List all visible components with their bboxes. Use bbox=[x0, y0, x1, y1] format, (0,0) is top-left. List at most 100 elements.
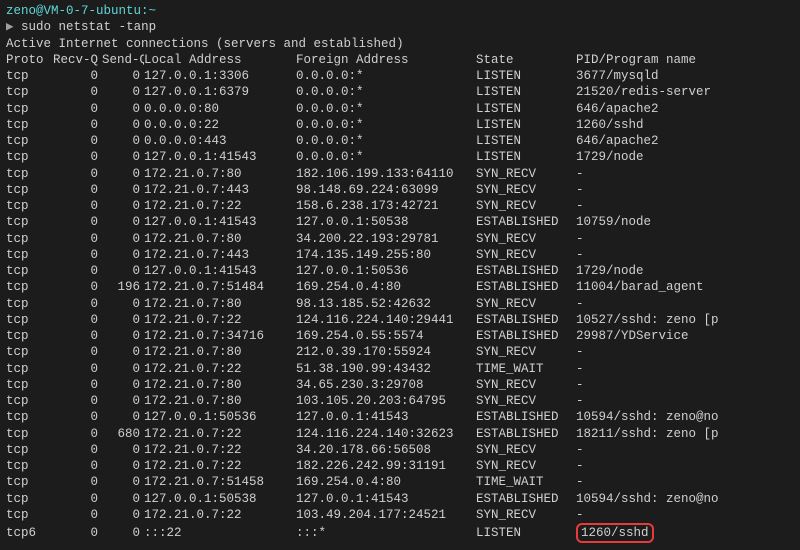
cell-pid: 29987/YDService bbox=[576, 328, 794, 344]
table-row: tcp00172.21.0.7:22158.6.238.173:42721SYN… bbox=[6, 198, 794, 214]
cell-proto: tcp bbox=[6, 393, 52, 409]
table-row: tcp00127.0.0.1:33060.0.0.0:*LISTEN3677/m… bbox=[6, 68, 794, 84]
cell-sendq: 0 bbox=[102, 214, 144, 230]
cell-proto: tcp bbox=[6, 117, 52, 133]
cell-foreign: 158.6.238.173:42721 bbox=[296, 198, 476, 214]
cell-recvq: 0 bbox=[52, 296, 102, 312]
cell-recvq: 0 bbox=[52, 458, 102, 474]
user-host: zeno@VM-0-7-ubuntu bbox=[6, 4, 141, 18]
cell-state: LISTEN bbox=[476, 523, 576, 543]
cell-pid: 10527/sshd: zeno [p bbox=[576, 312, 794, 328]
cell-local: 172.21.0.7:22 bbox=[144, 426, 296, 442]
cell-local: 172.21.0.7:443 bbox=[144, 182, 296, 198]
cell-sendq: 680 bbox=[102, 426, 144, 442]
cell-local: 0.0.0.0:22 bbox=[144, 117, 296, 133]
cell-recvq: 0 bbox=[52, 377, 102, 393]
cell-proto: tcp bbox=[6, 198, 52, 214]
cell-state: LISTEN bbox=[476, 149, 576, 165]
table-row: tcp600:::22:::*LISTEN1260/sshd bbox=[6, 523, 794, 543]
cell-local: 172.21.0.7:80 bbox=[144, 393, 296, 409]
cell-sendq: 0 bbox=[102, 507, 144, 523]
cell-recvq: 0 bbox=[52, 117, 102, 133]
cell-state: SYN_RECV bbox=[476, 198, 576, 214]
cell-foreign: 98.13.185.52:42632 bbox=[296, 296, 476, 312]
cell-proto: tcp bbox=[6, 474, 52, 490]
cell-sendq: 0 bbox=[102, 409, 144, 425]
table-row: tcp000.0.0.0:800.0.0.0:*LISTEN646/apache… bbox=[6, 101, 794, 117]
cell-local: 172.21.0.7:80 bbox=[144, 166, 296, 182]
cell-recvq: 0 bbox=[52, 133, 102, 149]
cell-local: 172.21.0.7:22 bbox=[144, 361, 296, 377]
cell-proto: tcp bbox=[6, 344, 52, 360]
cell-foreign: 0.0.0.0:* bbox=[296, 84, 476, 100]
cell-foreign: 103.105.20.203:64795 bbox=[296, 393, 476, 409]
cell-state: ESTABLISHED bbox=[476, 263, 576, 279]
cell-pid: 18211/sshd: zeno [p bbox=[576, 426, 794, 442]
prompt-symbol: ▶ bbox=[6, 20, 14, 34]
cell-recvq: 0 bbox=[52, 166, 102, 182]
cell-sendq: 0 bbox=[102, 68, 144, 84]
cell-local: 172.21.0.7:22 bbox=[144, 442, 296, 458]
cell-local: 172.21.0.7:22 bbox=[144, 198, 296, 214]
cell-pid: - bbox=[576, 442, 794, 458]
cell-sendq: 0 bbox=[102, 133, 144, 149]
cell-sendq: 0 bbox=[102, 101, 144, 117]
cell-proto: tcp bbox=[6, 214, 52, 230]
cell-state: LISTEN bbox=[476, 117, 576, 133]
cell-sendq: 0 bbox=[102, 231, 144, 247]
cell-state: SYN_RECV bbox=[476, 377, 576, 393]
cell-state: ESTABLISHED bbox=[476, 214, 576, 230]
cell-recvq: 0 bbox=[52, 361, 102, 377]
table-row: tcp00172.21.0.7:80212.0.39.170:55924SYN_… bbox=[6, 344, 794, 360]
cell-local: 172.21.0.7:443 bbox=[144, 247, 296, 263]
col-sendq: Send-Q bbox=[102, 52, 144, 68]
cell-local: 172.21.0.7:80 bbox=[144, 231, 296, 247]
cell-recvq: 0 bbox=[52, 182, 102, 198]
cell-recvq: 0 bbox=[52, 442, 102, 458]
table-row: tcp0680172.21.0.7:22124.116.224.140:3262… bbox=[6, 426, 794, 442]
cell-local: 127.0.0.1:41543 bbox=[144, 149, 296, 165]
cell-state: ESTABLISHED bbox=[476, 328, 576, 344]
cell-local: 172.21.0.7:51458 bbox=[144, 474, 296, 490]
col-foreign: Foreign Address bbox=[296, 52, 476, 68]
table-row: tcp00172.21.0.7:8034.65.230.3:29708SYN_R… bbox=[6, 377, 794, 393]
cell-state: SYN_RECV bbox=[476, 296, 576, 312]
cell-proto: tcp bbox=[6, 377, 52, 393]
cell-state: SYN_RECV bbox=[476, 344, 576, 360]
cell-pid: 11004/barad_agent bbox=[576, 279, 794, 295]
cell-sendq: 0 bbox=[102, 458, 144, 474]
cell-sendq: 0 bbox=[102, 523, 144, 543]
cell-foreign: 127.0.0.1:50536 bbox=[296, 263, 476, 279]
cell-foreign: 182.106.199.133:64110 bbox=[296, 166, 476, 182]
cell-local: 127.0.0.1:41543 bbox=[144, 214, 296, 230]
cell-sendq: 0 bbox=[102, 442, 144, 458]
cell-pid: - bbox=[576, 182, 794, 198]
cell-proto: tcp bbox=[6, 133, 52, 149]
cell-proto: tcp bbox=[6, 426, 52, 442]
cell-foreign: 98.148.69.224:63099 bbox=[296, 182, 476, 198]
cell-pid: 1729/node bbox=[576, 149, 794, 165]
cell-sendq: 0 bbox=[102, 198, 144, 214]
netstat-table: Proto Recv-Q Send-Q Local Address Foreig… bbox=[6, 52, 794, 544]
cell-foreign: 182.226.242.99:31191 bbox=[296, 458, 476, 474]
command-line[interactable]: ▶ sudo netstat -tanp bbox=[6, 19, 794, 35]
table-row: tcp000.0.0.0:220.0.0.0:*LISTEN1260/sshd bbox=[6, 117, 794, 133]
cell-proto: tcp bbox=[6, 361, 52, 377]
cell-state: ESTABLISHED bbox=[476, 491, 576, 507]
cell-proto: tcp bbox=[6, 312, 52, 328]
cell-recvq: 0 bbox=[52, 426, 102, 442]
cell-foreign: 34.20.178.66:56508 bbox=[296, 442, 476, 458]
cell-foreign: 0.0.0.0:* bbox=[296, 68, 476, 84]
cell-state: LISTEN bbox=[476, 84, 576, 100]
cell-sendq: 0 bbox=[102, 247, 144, 263]
cell-pid: - bbox=[576, 231, 794, 247]
cell-foreign: 127.0.0.1:41543 bbox=[296, 409, 476, 425]
cell-recvq: 0 bbox=[52, 263, 102, 279]
cell-recvq: 0 bbox=[52, 214, 102, 230]
cell-sendq: 0 bbox=[102, 166, 144, 182]
table-row: tcp00172.21.0.7:22182.226.242.99:31191SY… bbox=[6, 458, 794, 474]
cell-state: TIME_WAIT bbox=[476, 361, 576, 377]
cell-pid: 21520/redis-server bbox=[576, 84, 794, 100]
cell-foreign: 169.254.0.4:80 bbox=[296, 474, 476, 490]
cell-proto: tcp bbox=[6, 84, 52, 100]
